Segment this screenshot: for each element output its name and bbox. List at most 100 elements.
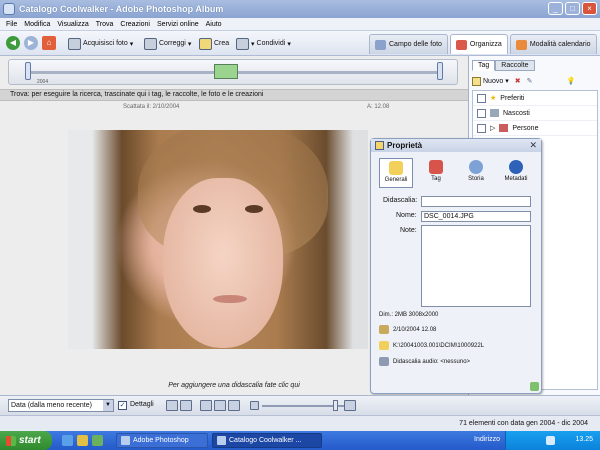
taskbar-item-catalog[interactable]: Catalogo Coolwalker ... (212, 433, 322, 448)
timeline[interactable]: 2004 (8, 59, 458, 85)
tab-label: Modalità calendario (529, 41, 591, 48)
media-player-icon[interactable] (92, 435, 103, 446)
tag-toolbar: Nuovo ▾ ✖ ✎ 💡 (472, 74, 598, 88)
rotate-right-icon[interactable] (180, 400, 192, 411)
menu-modifica[interactable]: Modifica (24, 21, 50, 28)
expand-arrow-icon[interactable]: ▷ (490, 124, 495, 132)
tag-item-persone[interactable]: ▷ Persone (473, 121, 597, 136)
tab-tag-properties[interactable]: Tag (419, 158, 453, 188)
tag-checkbox[interactable] (477, 123, 486, 133)
tab-organizza[interactable]: Organizza (449, 34, 508, 54)
resize-grip-icon[interactable] (530, 382, 539, 391)
condividi-button[interactable]: ▾ Condividi ▾ (236, 36, 291, 51)
info-icon (509, 160, 523, 174)
caption-label: Didascalia: (383, 197, 418, 204)
sort-order-select[interactable]: Data (dalla meno recente) ▼ (8, 399, 114, 412)
taskbar-item-photoshop[interactable]: Adobe Photoshop (116, 433, 208, 448)
find-icon[interactable]: 💡 (567, 77, 576, 85)
photo-image[interactable] (68, 130, 368, 349)
minimize-icon[interactable]: _ (548, 2, 563, 15)
zoom-slider-track[interactable] (262, 405, 344, 407)
taskbar: start Adobe Photoshop Catalogo Coolwalke… (0, 431, 600, 450)
tab-storia[interactable]: Storia (459, 158, 493, 188)
dimensions-text: Dim.: 2MB 3008x2000 (379, 312, 439, 318)
forward-icon[interactable]: ▶ (24, 36, 38, 50)
zoom-small-icon[interactable] (250, 401, 259, 410)
album-icon (217, 436, 226, 445)
zoom-slider-thumb[interactable] (333, 400, 338, 411)
menu-aiuto[interactable]: Aiuto (206, 21, 222, 28)
compare-icon[interactable] (214, 400, 226, 411)
delete-icon[interactable]: ✖ (515, 77, 521, 85)
notes-textarea[interactable] (421, 225, 531, 307)
timeline-year: 2004 (37, 79, 49, 85)
tray-icon[interactable] (546, 436, 555, 445)
menu-trova[interactable]: Trova (96, 21, 114, 28)
people-icon (499, 124, 509, 132)
details-checkbox[interactable]: ✓ (118, 401, 127, 410)
tab-metadati[interactable]: Metadati (499, 158, 533, 188)
camera-icon (68, 37, 81, 50)
menu-servizi-online[interactable]: Servizi online (157, 21, 199, 28)
tab-tag[interactable]: Tag (472, 60, 496, 71)
close-icon[interactable]: ✕ (529, 140, 537, 151)
close-icon[interactable]: × (582, 2, 597, 15)
chevron-down-icon[interactable]: ▼ (103, 400, 113, 411)
tag-checkbox[interactable] (477, 108, 486, 118)
chevron-down-icon: ▾ (187, 40, 192, 48)
title-bar: Catalogo Coolwalker - Adobe Photoshop Al… (0, 0, 600, 18)
tag-item-preferiti[interactable]: ★ Preferiti (473, 91, 597, 106)
address-label[interactable]: Indirizzo (474, 436, 500, 443)
tab-campo-delle-foto[interactable]: Campo delle foto (369, 34, 448, 54)
tag-item-nascosti[interactable]: Nascosti (473, 106, 597, 121)
tab-modalita-calendario[interactable]: Modalità calendario (509, 34, 597, 54)
tab-raccolte[interactable]: Raccolte (495, 60, 535, 71)
photo-time: A: 12.08 (367, 104, 390, 110)
window-controls: _ □ × (548, 2, 597, 15)
outlook-icon[interactable] (77, 435, 88, 446)
tag-checkbox[interactable] (477, 93, 486, 103)
maximize-icon[interactable]: □ (565, 2, 580, 15)
timeline-range-thumb[interactable] (214, 64, 238, 79)
date-view-icon[interactable] (228, 400, 240, 411)
crea-button[interactable]: Crea (199, 36, 229, 51)
caption-input[interactable] (421, 196, 531, 207)
sort-order-value: Data (dalla meno recente) (11, 402, 92, 409)
properties-title: Proprietà (387, 141, 423, 150)
new-tag-button[interactable]: Nuovo ▾ (472, 76, 509, 86)
date-text: 2/10/2004 12.08 (393, 326, 437, 333)
organize-icon (455, 39, 467, 50)
search-drop-bar[interactable]: Trova: per eseguire la ricerca, trascina… (0, 89, 468, 101)
photoshop-icon (121, 436, 130, 445)
chevron-down-icon: ▾ (251, 40, 255, 48)
tag-label: Preferiti (500, 94, 525, 102)
menu-creazioni[interactable]: Creazioni (120, 21, 150, 28)
acquisisci-foto-button[interactable]: Acquisisci foto ▾ (68, 36, 133, 51)
toolbar: ◀ ▶ ⌂ Acquisisci foto ▾ Correggi ▾ Crea … (0, 31, 600, 56)
star-icon: ★ (490, 95, 497, 102)
start-label: start (19, 435, 41, 446)
calendar-icon (379, 325, 389, 334)
audio-row: Didascalia audio: <nessuno> (379, 357, 470, 366)
chevron-down-icon: ▾ (287, 40, 291, 48)
timeline-right-handle[interactable] (437, 62, 443, 80)
menu-file[interactable]: File (6, 21, 17, 28)
slideshow-icon[interactable] (200, 400, 212, 411)
ie-icon[interactable] (62, 435, 73, 446)
home-icon[interactable]: ⌂ (42, 36, 56, 50)
edit-icon[interactable]: ✎ (527, 77, 533, 85)
folder-icon (379, 341, 389, 350)
rotate-left-icon[interactable] (166, 400, 178, 411)
speaker-icon[interactable] (379, 357, 389, 366)
zoom-large-icon[interactable] (344, 400, 356, 411)
correggi-button[interactable]: Correggi ▾ (144, 36, 191, 51)
name-input[interactable]: DSC_0014.JPG (421, 211, 531, 222)
ptab-label: Storia (468, 176, 484, 182)
properties-header[interactable]: Proprietà (371, 139, 541, 152)
menu-visualizza[interactable]: Visualizza (57, 21, 88, 28)
timeline-left-handle[interactable] (25, 62, 31, 80)
status-bar: 71 elementi con data gen 2004 - dic 2004 (0, 415, 600, 431)
tab-generali[interactable]: Generali (379, 158, 413, 188)
start-button[interactable]: start (0, 431, 52, 450)
back-icon[interactable]: ◀ (6, 36, 20, 50)
